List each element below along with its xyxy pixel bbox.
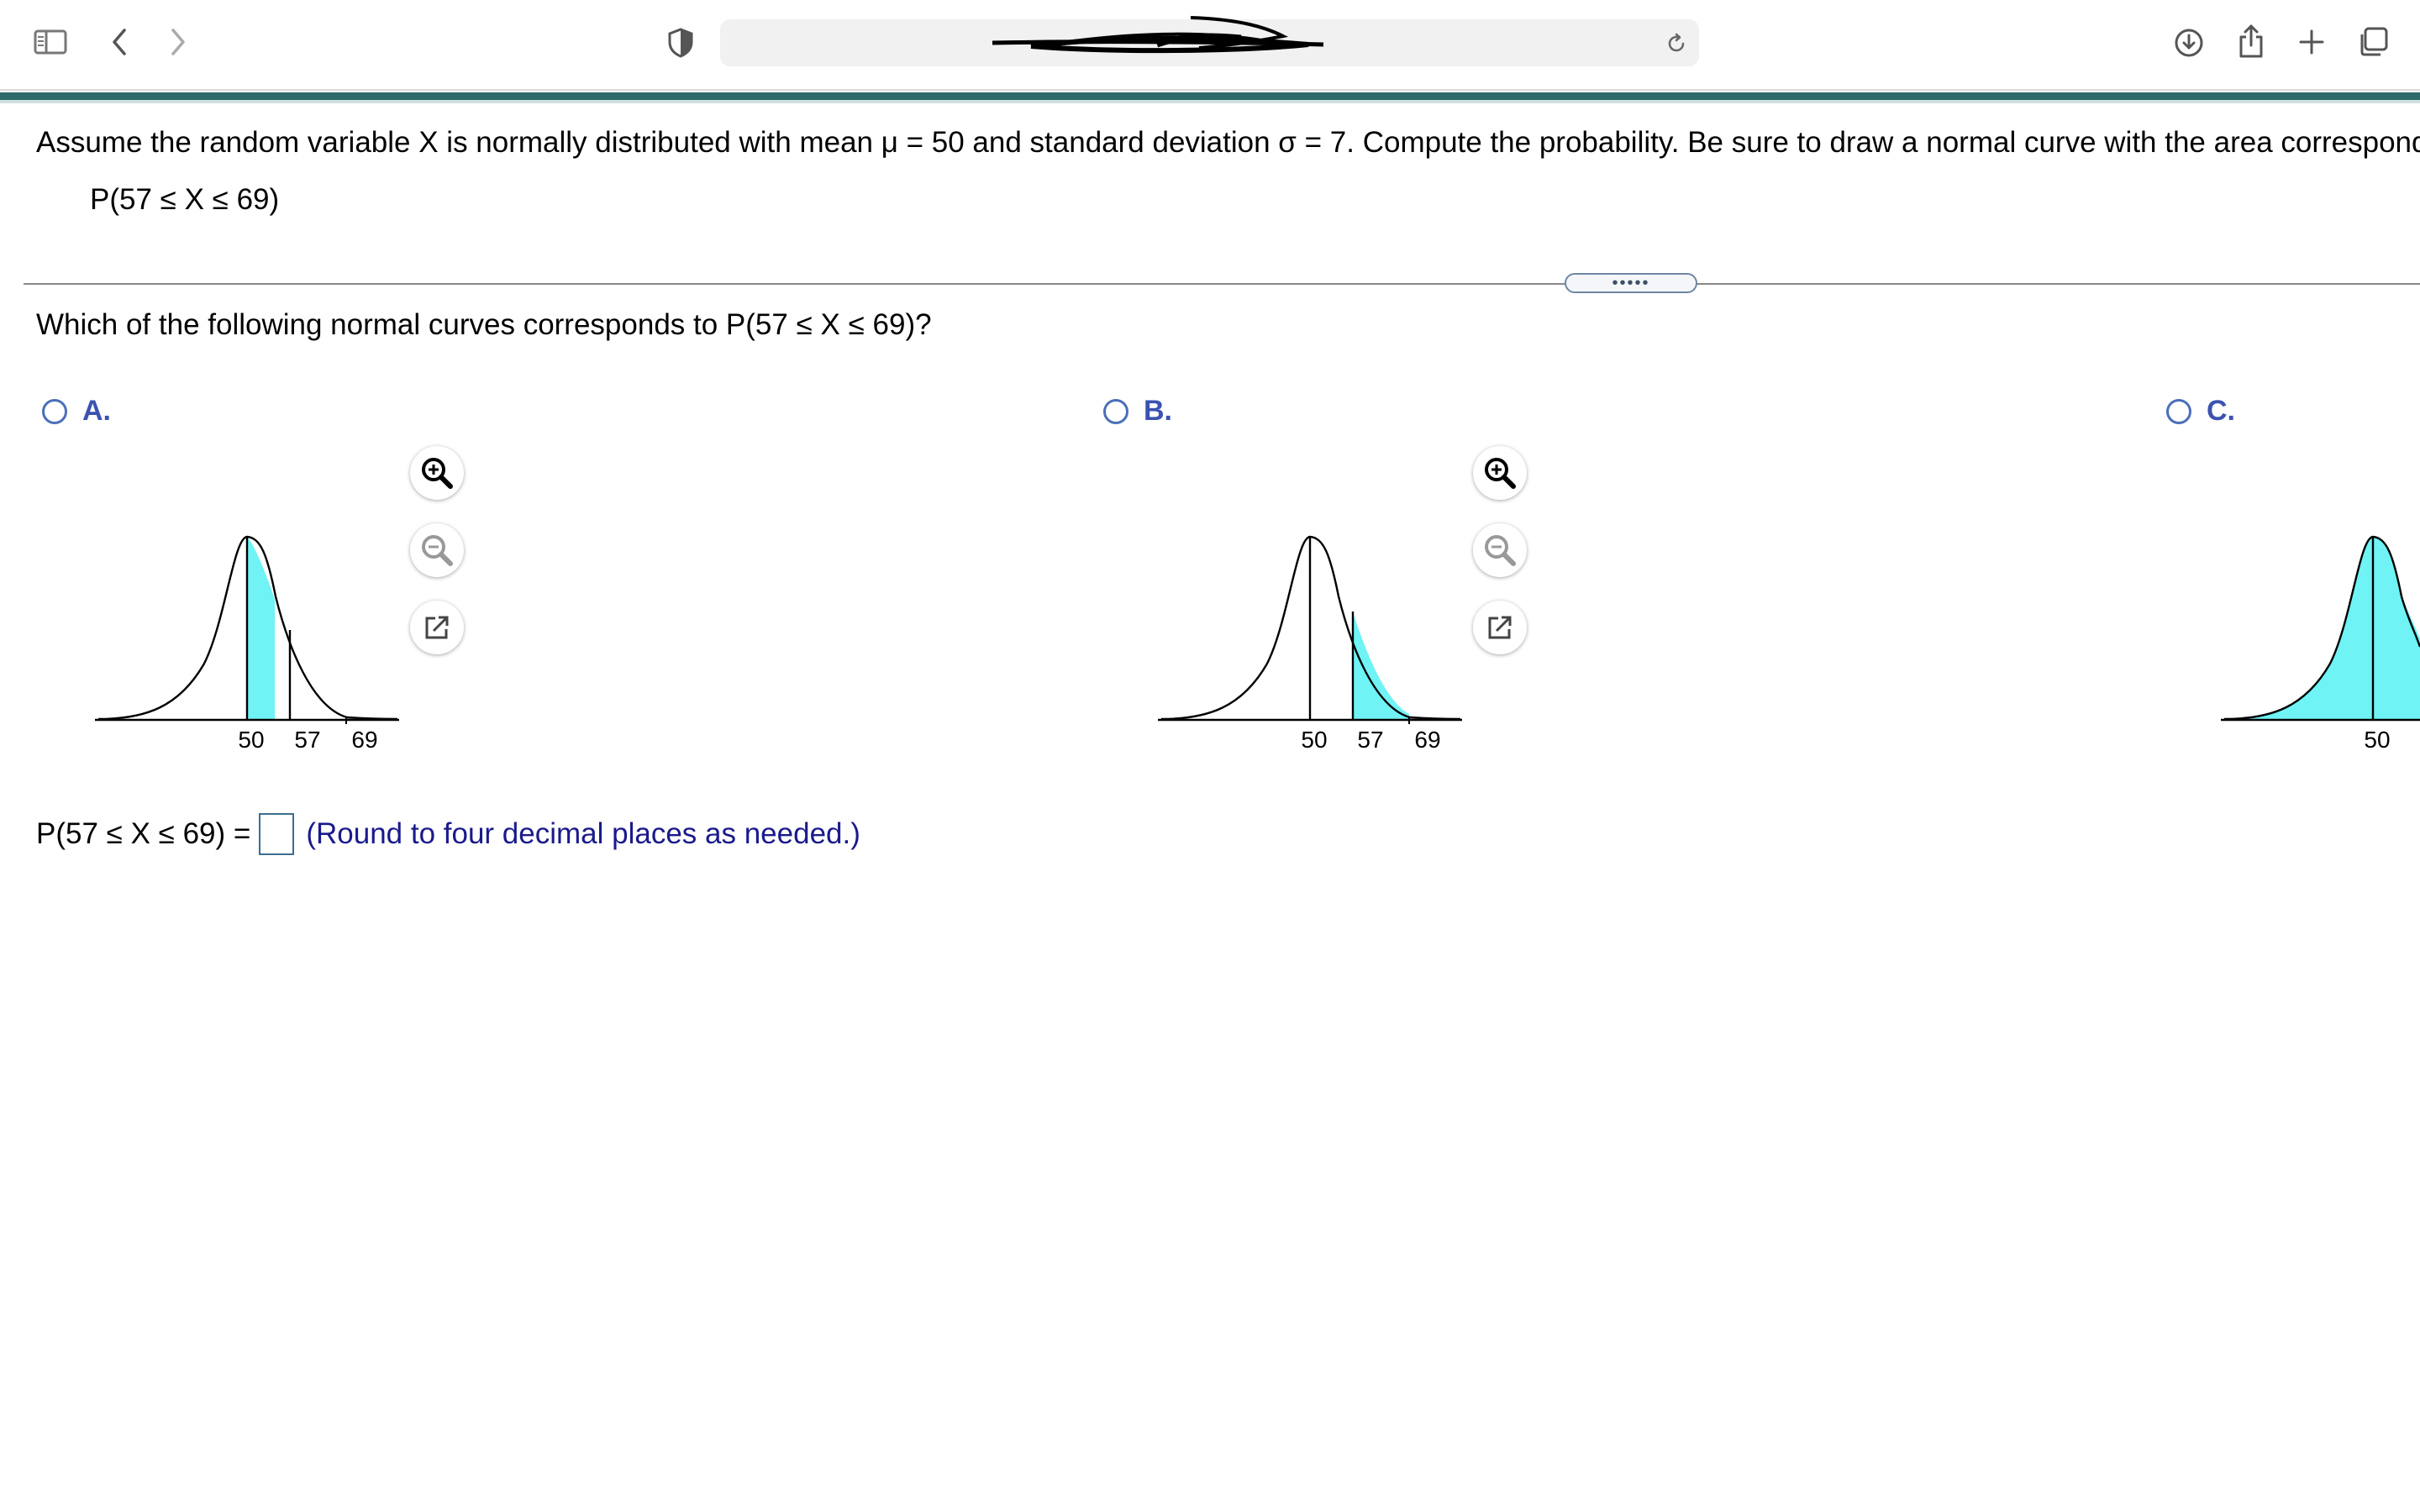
sidebar-icon[interactable] — [32, 27, 69, 57]
option-a[interactable]: A. — [42, 395, 111, 428]
option-a-radio[interactable] — [42, 398, 67, 424]
option-b[interactable]: B. — [1103, 395, 1172, 428]
question-statement: Assume the random variable X is normally… — [36, 126, 2420, 159]
option-b-graph: 50 57 69 — [1158, 512, 1469, 764]
zoom-out-icon — [1485, 535, 1516, 566]
option-a-tick-69: 69 — [351, 727, 377, 753]
zoom-in-icon — [422, 458, 453, 489]
question-prompt: Which of the following normal curves cor… — [36, 308, 932, 341]
option-b-zoom-in-button[interactable] — [1473, 446, 1527, 500]
option-c-shaded-area — [2224, 537, 2420, 719]
zoom-out-icon — [422, 535, 453, 566]
browser-toolbar — [0, 0, 2420, 91]
option-a-zoom-out-button[interactable] — [410, 523, 464, 577]
pane-splitter-handle[interactable]: ••••• — [1565, 273, 1697, 293]
option-b-tick-50: 50 — [1301, 727, 1327, 753]
question-expression: P(57 ≤ X ≤ 69) — [90, 183, 280, 216]
option-b-open-external-button[interactable] — [1473, 601, 1527, 654]
reload-icon[interactable] — [1662, 29, 1691, 58]
download-icon[interactable] — [2172, 24, 2206, 61]
option-c-tick-50: 50 — [2364, 727, 2390, 753]
option-c-graph: 50 — [2221, 512, 2420, 764]
answer-label: P(57 ≤ X ≤ 69) = — [36, 817, 251, 850]
zoom-in-icon — [1485, 458, 1516, 489]
option-b-zoom-out-button[interactable] — [1473, 523, 1527, 577]
redaction-scribble — [992, 16, 1324, 54]
option-b-tick-69: 69 — [1414, 727, 1440, 753]
option-a-zoom-in-button[interactable] — [410, 446, 464, 500]
option-b-tick-57: 57 — [1357, 727, 1383, 753]
option-c-label: C. — [2207, 395, 2235, 427]
header-accent-bar — [0, 92, 2420, 100]
option-b-label: B. — [1144, 395, 1172, 427]
answer-row: P(57 ≤ X ≤ 69) = (Round to four decimal … — [36, 813, 860, 855]
open-external-icon — [425, 616, 449, 639]
open-external-icon — [1488, 616, 1512, 639]
option-a-graph: 50 57 69 — [95, 512, 406, 764]
option-a-label: A. — [82, 395, 111, 427]
address-bar[interactable] — [720, 16, 1699, 66]
back-icon[interactable] — [104, 25, 134, 59]
answer-input[interactable] — [259, 813, 295, 855]
section-divider — [24, 283, 2420, 285]
share-icon[interactable] — [2234, 22, 2268, 60]
shield-icon[interactable] — [666, 26, 696, 60]
tabs-overview-icon[interactable] — [2355, 24, 2391, 60]
option-c-radio[interactable] — [2166, 398, 2191, 424]
new-tab-icon[interactable] — [2295, 25, 2328, 59]
option-b-radio[interactable] — [1103, 398, 1128, 424]
option-a-tick-57: 57 — [294, 727, 320, 753]
header-accent-shadow — [0, 100, 2420, 103]
option-a-tick-50: 50 — [238, 727, 264, 753]
forward-icon[interactable] — [163, 25, 193, 59]
option-a-open-external-button[interactable] — [410, 601, 464, 654]
answer-hint: (Round to four decimal places as needed.… — [306, 817, 860, 850]
option-a-shaded-area — [247, 537, 275, 719]
option-c[interactable]: C. — [2166, 395, 2235, 428]
